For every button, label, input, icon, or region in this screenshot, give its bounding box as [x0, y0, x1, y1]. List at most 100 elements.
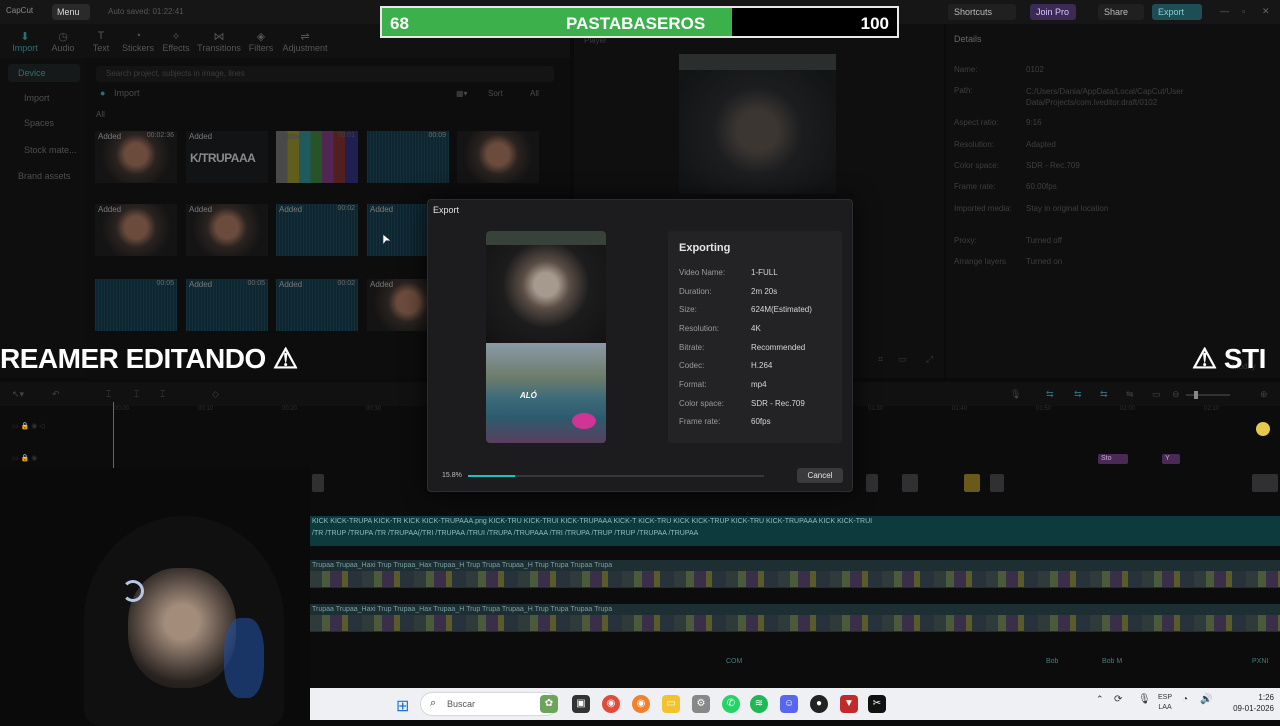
- media-item[interactable]: Added: [95, 204, 177, 256]
- tool-adjustment[interactable]: ⇌ Adjustment: [280, 30, 330, 53]
- media-item[interactable]: [457, 131, 539, 183]
- taskbar-clock[interactable]: 1:26 09-01-2026: [1228, 692, 1274, 714]
- menu-button[interactable]: Menu: [52, 4, 90, 20]
- effect-clip[interactable]: [866, 474, 878, 492]
- file-explorer-icon[interactable]: ▭: [662, 695, 680, 713]
- ruler-tick: 00:00: [114, 406, 130, 412]
- firefox-icon[interactable]: ◉: [632, 695, 650, 713]
- audio-clip-label[interactable]: PXNI: [1252, 658, 1268, 665]
- obs-icon[interactable]: ●: [810, 695, 828, 713]
- undo-icon[interactable]: ↶: [52, 389, 60, 400]
- score-name: PASTABASEROS: [566, 14, 706, 33]
- snap-icon[interactable]: ⇆: [1100, 389, 1108, 400]
- import-label[interactable]: Import: [114, 88, 140, 98]
- task-view-icon[interactable]: ▣: [572, 695, 590, 713]
- sidebar-item-brand-assets[interactable]: Brand assets: [18, 171, 71, 181]
- discord-icon[interactable]: ☺: [780, 695, 798, 713]
- view-grid-icon[interactable]: ▦▾: [456, 89, 468, 98]
- preview-axis-icon[interactable]: ⇋: [1126, 389, 1134, 400]
- playhead[interactable]: [113, 402, 114, 472]
- shield-icon[interactable]: ◇: [212, 389, 219, 400]
- effect-clip[interactable]: [902, 474, 918, 492]
- all-label: All: [96, 110, 105, 119]
- effect-clip[interactable]: [312, 474, 324, 492]
- media-item[interactable]: Added K/TRUPAAA: [186, 131, 268, 183]
- thumb-logo-text: K/TRUPAAA: [190, 151, 256, 165]
- player-preview[interactable]: [679, 54, 836, 194]
- media-item[interactable]: Added 00:02: [276, 204, 358, 256]
- media-item[interactable]: Added 00:02: [276, 279, 358, 331]
- media-item[interactable]: Added 00:05: [186, 279, 268, 331]
- windows-start-icon[interactable]: ⊞: [396, 696, 409, 716]
- sidebar-item-import[interactable]: Import: [24, 93, 50, 103]
- shortcuts-button[interactable]: Shortcuts: [948, 4, 1016, 20]
- language-indicator[interactable]: ESP LAA: [1158, 693, 1172, 713]
- audio-clip-label[interactable]: COM: [726, 658, 742, 665]
- sort-button[interactable]: Sort: [488, 89, 503, 98]
- effect-clip[interactable]: [990, 474, 1004, 492]
- tray-overflow-icon[interactable]: ⌃: [1096, 694, 1104, 705]
- capcut-icon[interactable]: ✂: [868, 695, 886, 713]
- detail-key: Aspect ratio:: [954, 118, 999, 127]
- filter-all-button[interactable]: All: [530, 89, 539, 98]
- minimize-icon[interactable]: —: [1220, 6, 1229, 16]
- sidebar-item-spaces[interactable]: Spaces: [24, 118, 54, 128]
- audio-clip-label[interactable]: Bob: [1046, 658, 1058, 665]
- export-dialog-title: Export: [433, 205, 460, 215]
- sidebar-item-stock[interactable]: Stock mate...: [24, 145, 77, 155]
- caption-icon[interactable]: ▭: [1152, 389, 1161, 400]
- export-button[interactable]: Export: [1152, 4, 1202, 20]
- wifi-icon[interactable]: ◔: [1182, 694, 1188, 705]
- join-pro-button[interactable]: Join Pro: [1030, 4, 1076, 20]
- sticker-clip[interactable]: Y: [1162, 454, 1180, 464]
- video-track[interactable]: Trupaa Trupaa_Haxi Trup Trupaa_Hax Trupa…: [310, 560, 1280, 588]
- sticker-clip[interactable]: Sto: [1098, 454, 1128, 464]
- media-search-input[interactable]: Search project, subjects in image, lines: [96, 66, 554, 82]
- share-button[interactable]: Share: [1098, 4, 1144, 20]
- video-track[interactable]: Trupaa Trupaa_Haxi Trup Trupaa_Hax Trupa…: [310, 604, 1280, 632]
- effect-clip[interactable]: [1252, 474, 1278, 492]
- select-tool-icon[interactable]: ↖▾: [12, 389, 24, 400]
- maximize-icon[interactable]: ▫: [1242, 6, 1245, 16]
- link-icon[interactable]: ⇆: [1046, 389, 1054, 400]
- added-badge: Added: [189, 280, 213, 289]
- sync-icon[interactable]: ⟳: [1114, 694, 1122, 705]
- fullscreen-icon[interactable]: ⤢: [926, 354, 933, 365]
- media-item[interactable]: Added: [186, 204, 268, 256]
- tool-filters[interactable]: ◈ Filters: [236, 30, 286, 53]
- split-right-icon[interactable]: ⌶: [160, 389, 165, 400]
- settings-app-icon[interactable]: ⚙: [692, 695, 710, 713]
- whatsapp-icon[interactable]: ✆: [722, 695, 740, 713]
- media-item[interactable]: 00:09: [367, 131, 449, 183]
- spotify-icon[interactable]: ≋: [750, 695, 768, 713]
- close-icon[interactable]: ✕: [1262, 6, 1270, 17]
- zoom-out-icon[interactable]: ⊖: [1172, 389, 1180, 400]
- fit-icon[interactable]: ⊕: [1260, 389, 1268, 400]
- widgets-icon[interactable]: ✿: [540, 695, 558, 713]
- track-lock-icon[interactable]: ▭ 🔒 ◉: [12, 454, 37, 462]
- audio-clip-label[interactable]: Bob M: [1102, 658, 1122, 665]
- media-item[interactable]: Added 00:02:36: [95, 131, 177, 183]
- info-key: Video Name:: [679, 268, 726, 277]
- effect-clip[interactable]: [964, 474, 980, 492]
- media-item[interactable]: 00:05: [95, 279, 177, 331]
- taskbar-search[interactable]: ⌕ Buscar: [420, 692, 558, 716]
- crop-icon[interactable]: ⌗: [878, 354, 883, 365]
- split-left-icon[interactable]: ⌶: [134, 389, 139, 400]
- autosave-status: Auto saved: 01:22:41: [108, 7, 184, 16]
- sticker-track[interactable]: KICK KICK-TRUPA KICK-TR KICK KICK-TRUPAA…: [310, 516, 1280, 546]
- sidebar-item-device[interactable]: Device: [8, 64, 80, 82]
- microphone-icon[interactable]: 🎙: [1138, 694, 1151, 705]
- media-item[interactable]: Added 00:01: [276, 131, 358, 183]
- zoom-slider[interactable]: [1186, 391, 1230, 399]
- split-icon[interactable]: ⌶: [106, 389, 111, 400]
- track-lock-icon[interactable]: ▭ 🔒 ◉ ◁: [12, 422, 45, 430]
- ratio-icon[interactable]: ▭: [898, 354, 907, 365]
- mic-icon[interactable]: 🎙: [1010, 389, 1021, 400]
- magnet-icon[interactable]: ⇆: [1074, 389, 1082, 400]
- app-red-icon[interactable]: ▼: [840, 695, 858, 713]
- volume-icon[interactable]: 🔊: [1200, 694, 1212, 705]
- cancel-button[interactable]: Cancel: [797, 468, 843, 483]
- effect-marker-icon[interactable]: [1256, 422, 1270, 436]
- chrome-icon[interactable]: ◉: [602, 695, 620, 713]
